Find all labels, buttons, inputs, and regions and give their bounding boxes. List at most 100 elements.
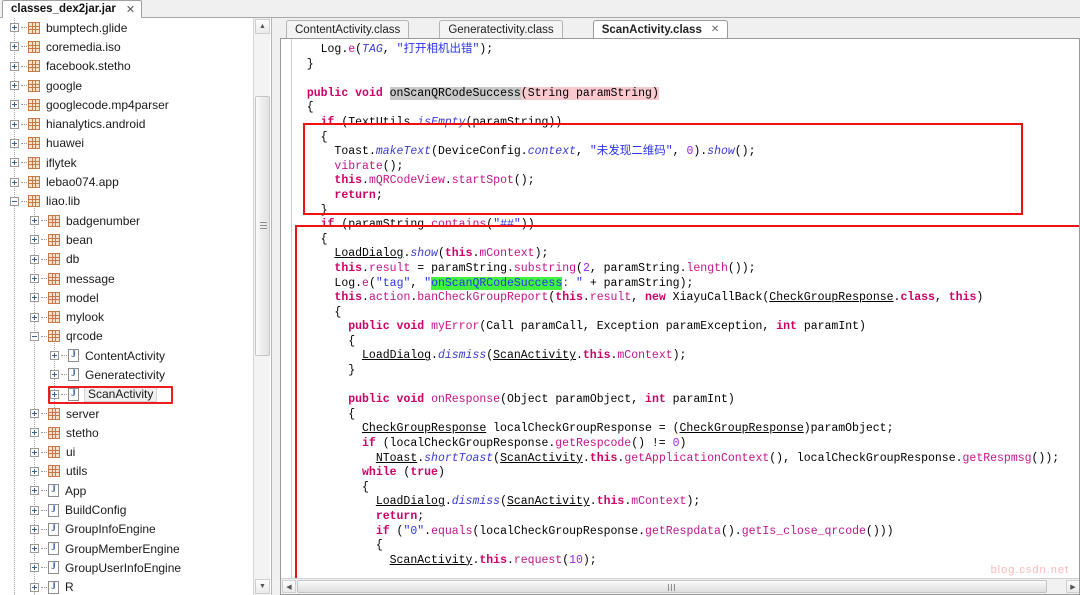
tree-item-model[interactable]: model	[0, 288, 254, 307]
expand-toggle-icon[interactable]	[30, 409, 39, 419]
tree-item-ui[interactable]: ui	[0, 443, 254, 462]
tree-item-app[interactable]: App	[0, 481, 254, 500]
tree-connector	[41, 432, 47, 434]
tree-connector	[41, 490, 47, 492]
code-line: CheckGroupResponse localCheckGroupRespon…	[362, 422, 894, 436]
expand-toggle-icon[interactable]	[10, 177, 19, 187]
tree-vertical-scrollbar[interactable]: ▲ ▼	[253, 18, 270, 595]
expand-toggle-icon[interactable]	[30, 544, 39, 554]
expand-toggle-icon[interactable]	[50, 370, 59, 380]
tree-item-r[interactable]: R	[0, 578, 254, 595]
package-tree-panel[interactable]: bumptech.glide coremedia.iso facebook.stet…	[0, 18, 272, 595]
jar-tab[interactable]: classes_dex2jar.jar ✕	[2, 0, 143, 18]
expand-toggle-icon[interactable]	[30, 312, 39, 322]
tree-item-groupuserinfoengine[interactable]: GroupUserInfoEngine	[0, 558, 254, 577]
tree-item-contentactivity[interactable]: ContentActivity	[0, 346, 254, 365]
code-scroll-thumb[interactable]	[297, 580, 1047, 593]
expand-toggle-icon[interactable]	[30, 524, 39, 534]
tree-scroll-thumb[interactable]	[255, 96, 270, 356]
tree-item-label: ScanActivity	[84, 386, 158, 403]
expand-toggle-icon[interactable]	[30, 216, 39, 226]
code-view[interactable]: Log.e(TAG, "打开相机出错"); } public void onSc…	[280, 38, 1080, 595]
expand-toggle-icon[interactable]	[30, 293, 39, 303]
tree-item-message[interactable]: message	[0, 269, 254, 288]
expand-toggle-icon[interactable]	[30, 582, 39, 592]
tree-item-label: qrcode	[66, 329, 103, 344]
tree-connector	[41, 413, 47, 415]
tree-item-label: R	[65, 580, 74, 595]
tree-item-google[interactable]: google	[0, 76, 254, 95]
tree-item-groupmemberengine[interactable]: GroupMemberEngine	[0, 539, 254, 558]
tree-item-coremedia-iso[interactable]: coremedia.iso	[0, 37, 254, 56]
tab-generatectivity-class[interactable]: Generatectivity.class	[439, 20, 563, 38]
scroll-down-icon[interactable]: ▼	[255, 579, 270, 594]
code-line: ScanActivity.this.request(10);	[389, 553, 597, 567]
tree-item-googlecode-mp4parser[interactable]: googlecode.mp4parser	[0, 95, 254, 114]
expand-toggle-icon[interactable]	[30, 447, 39, 457]
tree-item-hianalytics-android[interactable]: hianalytics.android	[0, 114, 254, 133]
package-icon	[28, 156, 40, 169]
expand-toggle-icon[interactable]	[30, 563, 39, 573]
tree-item-scanactivity[interactable]: ScanActivity	[0, 385, 254, 404]
tree-item-db[interactable]: db	[0, 250, 254, 269]
tree-connector	[41, 220, 47, 222]
close-icon[interactable]: ✕	[126, 3, 135, 16]
package-icon	[28, 118, 40, 131]
expand-toggle-icon[interactable]	[10, 119, 19, 129]
collapse-toggle-icon[interactable]	[30, 331, 39, 341]
tree-connector	[21, 104, 27, 106]
expand-toggle-icon[interactable]	[10, 138, 19, 148]
tree-connector	[61, 393, 67, 395]
class-icon	[68, 387, 79, 401]
expand-toggle-icon[interactable]	[30, 254, 39, 264]
tree-scroll-area: bumptech.glide coremedia.iso facebook.stet…	[0, 18, 254, 595]
expand-toggle-icon[interactable]	[30, 428, 39, 438]
expand-toggle-icon[interactable]	[10, 23, 19, 33]
expand-toggle-icon[interactable]	[50, 389, 59, 399]
tree-item-bean[interactable]: bean	[0, 230, 254, 249]
expand-toggle-icon[interactable]	[10, 158, 19, 168]
tree-connector	[61, 355, 67, 357]
tree-item-server[interactable]: server	[0, 404, 254, 423]
expand-toggle-icon[interactable]	[30, 235, 39, 245]
tree-item-utils[interactable]: utils	[0, 462, 254, 481]
tree-item-facebook-stetho[interactable]: facebook.stetho	[0, 57, 254, 76]
collapse-toggle-icon[interactable]	[10, 196, 19, 206]
tree-item-generatectivity[interactable]: Generatectivity	[0, 365, 254, 384]
code-line: if ("0".equals(localCheckGroupResponse.g…	[375, 524, 894, 538]
tab-contentactivity-class[interactable]: ContentActivity.class	[286, 20, 410, 38]
package-icon	[48, 426, 60, 439]
expand-toggle-icon[interactable]	[30, 274, 39, 283]
tree-item-iflytek[interactable]: iflytek	[0, 153, 254, 172]
tree-connector	[41, 567, 47, 569]
expand-toggle-icon[interactable]	[30, 466, 39, 476]
expand-toggle-icon[interactable]	[30, 505, 39, 515]
expand-toggle-icon[interactable]	[10, 42, 19, 52]
tree-item-lebao074-app[interactable]: lebao074.app	[0, 172, 254, 191]
tree-item-groupinfoengine[interactable]: GroupInfoEngine	[0, 520, 254, 539]
expand-toggle-icon[interactable]	[10, 100, 19, 110]
tree-item-qrcode[interactable]: qrcode	[0, 327, 254, 346]
expand-toggle-icon[interactable]	[10, 61, 19, 71]
package-icon	[48, 253, 60, 266]
tree-item-buildconfig[interactable]: BuildConfig	[0, 500, 254, 519]
tree-item-label: google	[46, 78, 83, 93]
tree-item-mylook[interactable]: mylook	[0, 307, 254, 326]
tab-scanactivity-class[interactable]: ScanActivity.class ✕	[592, 20, 729, 38]
package-icon	[48, 291, 60, 304]
tree-item-stetho[interactable]: stetho	[0, 423, 254, 442]
expand-toggle-icon[interactable]	[30, 486, 39, 496]
tree-item-huawei[interactable]: huawei	[0, 134, 254, 153]
close-icon[interactable]: ✕	[711, 24, 719, 35]
scroll-up-icon[interactable]: ▲	[255, 19, 270, 34]
tree-item-badgenumber[interactable]: badgenumber	[0, 211, 254, 230]
expand-toggle-icon[interactable]	[10, 81, 19, 91]
expand-toggle-icon[interactable]	[50, 351, 59, 361]
tree-item-bumptech-glide[interactable]: bumptech.glide	[0, 18, 254, 37]
package-icon	[28, 176, 40, 189]
scroll-left-icon[interactable]: ◀	[282, 580, 296, 593]
scroll-right-icon[interactable]: ▶	[1066, 580, 1079, 593]
tree-item-label: mylook	[66, 310, 105, 325]
code-horizontal-scrollbar[interactable]: ◀ ▶	[281, 578, 1079, 594]
tree-item-liao-lib[interactable]: liao.lib	[0, 192, 254, 211]
